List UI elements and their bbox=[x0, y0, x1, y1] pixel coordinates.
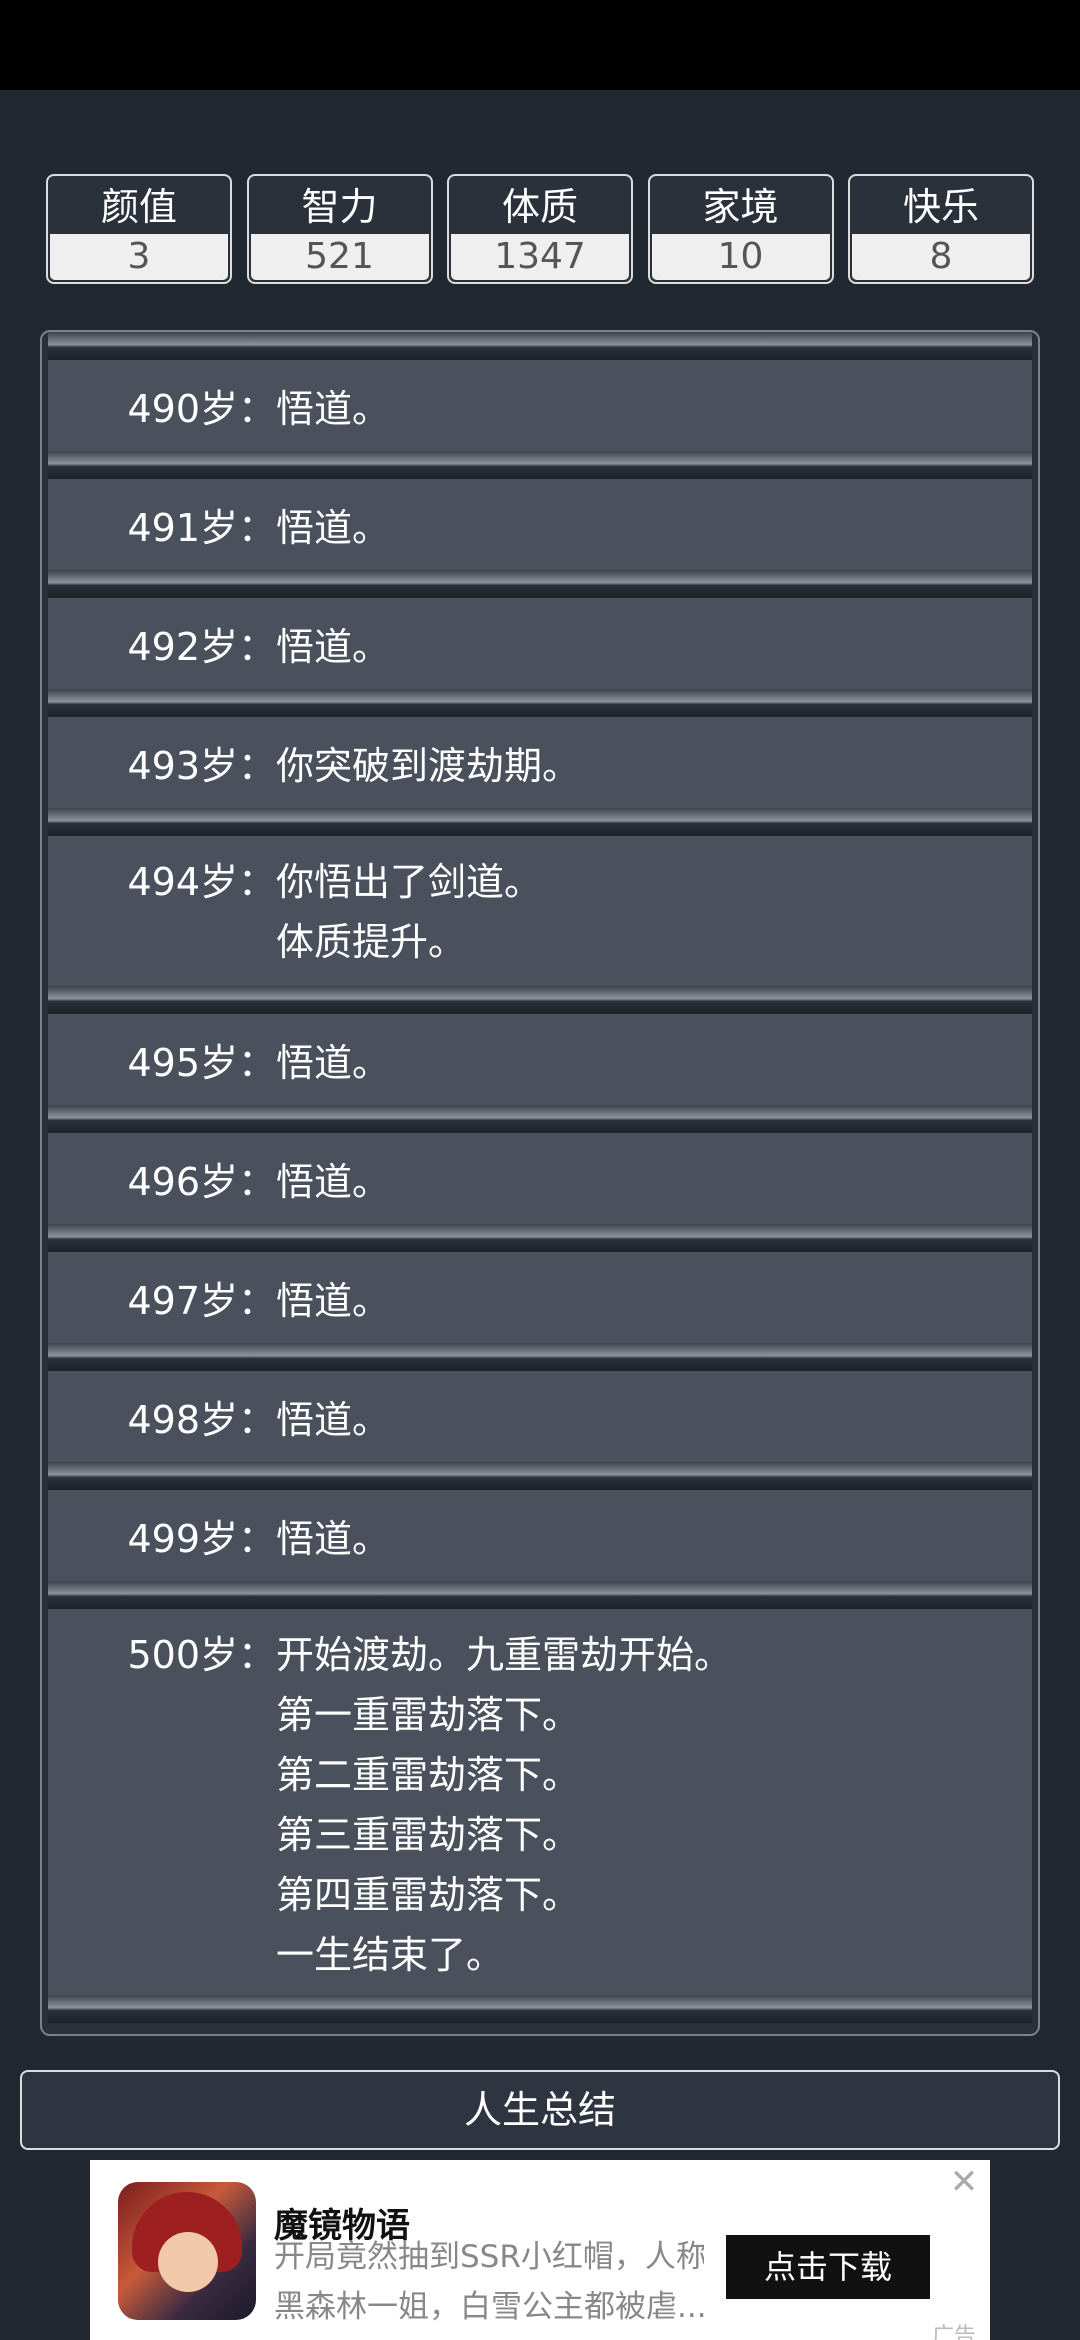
log-entry: 498岁： 悟道。 bbox=[48, 1371, 1032, 1462]
log-entry: 493岁： 你突破到渡劫期。 bbox=[48, 717, 1032, 808]
log-divider bbox=[48, 1224, 1032, 1252]
stat-intelligence: 智力 521 bbox=[246, 174, 433, 284]
stat-value: 8 bbox=[852, 234, 1030, 280]
stat-value: 3 bbox=[50, 234, 228, 280]
log-age: 495岁： bbox=[127, 1041, 276, 1085]
stat-value: 1347 bbox=[451, 234, 629, 280]
log-entry: 491岁： 悟道。 bbox=[48, 479, 1032, 570]
life-log-list: 490岁： 悟道。 491岁： 悟道。 492岁： 悟道。 493岁： 你突破到… bbox=[48, 332, 1032, 2034]
log-age: 497岁： bbox=[127, 1279, 276, 1323]
character-face-icon bbox=[158, 2232, 218, 2292]
log-text: 悟道。 bbox=[276, 387, 391, 431]
ad-app-icon[interactable] bbox=[118, 2182, 256, 2320]
log-text-block: 你悟出了剑道。 体质提升。 bbox=[276, 852, 542, 972]
log-text: 悟道。 bbox=[276, 1279, 391, 1323]
log-text: 体质提升。 bbox=[276, 920, 467, 964]
stat-constitution: 体质 1347 bbox=[447, 174, 633, 284]
log-text: 悟道。 bbox=[276, 1160, 391, 1204]
stat-appearance: 颜值 3 bbox=[46, 174, 232, 284]
life-log-panel[interactable]: 490岁： 悟道。 491岁： 悟道。 492岁： 悟道。 493岁： 你突破到… bbox=[40, 330, 1040, 2036]
log-text: 一生结束了。 bbox=[276, 1933, 505, 1977]
log-divider bbox=[48, 1105, 1032, 1133]
log-entry: 492岁： 悟道。 bbox=[48, 598, 1032, 689]
log-entry: 500岁： 开始渡劫。九重雷劫开始。 第一重雷劫落下。 第二重雷劫落下。 第三重… bbox=[48, 1609, 1032, 1995]
log-text: 第四重雷劫落下。 bbox=[276, 1873, 581, 1917]
log-divider bbox=[48, 1995, 1032, 2023]
log-text: 悟道。 bbox=[276, 506, 391, 550]
log-entry: 497岁： 悟道。 bbox=[48, 1252, 1032, 1343]
log-divider bbox=[48, 1581, 1032, 1609]
log-divider bbox=[48, 1462, 1032, 1490]
log-divider bbox=[48, 986, 1032, 1014]
log-age: 499岁： bbox=[127, 1517, 276, 1561]
stats-bar: 颜值 3 智力 521 体质 1347 家境 10 快乐 8 bbox=[46, 174, 1034, 286]
log-age: 493岁： bbox=[127, 744, 276, 788]
log-text: 悟道。 bbox=[276, 1517, 391, 1561]
stat-label: 智力 bbox=[301, 185, 378, 229]
log-divider bbox=[48, 689, 1032, 717]
log-text: 悟道。 bbox=[276, 1041, 391, 1085]
log-age: 500岁： bbox=[127, 1633, 276, 1677]
log-text: 开始渡劫。九重雷劫开始。 bbox=[276, 1633, 733, 1677]
log-age: 496岁： bbox=[127, 1160, 276, 1204]
log-age: 498岁： bbox=[127, 1398, 276, 1442]
log-entry: 496岁： 悟道。 bbox=[48, 1133, 1032, 1224]
log-age: 494岁： bbox=[127, 860, 276, 904]
stat-label: 快乐 bbox=[902, 185, 979, 229]
log-divider bbox=[48, 451, 1032, 479]
log-age: 490岁： bbox=[127, 387, 276, 431]
log-text: 你悟出了剑道。 bbox=[276, 860, 543, 904]
log-entry: 490岁： 悟道。 bbox=[48, 360, 1032, 451]
log-text: 悟道。 bbox=[276, 1398, 391, 1442]
log-text: 第二重雷劫落下。 bbox=[276, 1753, 581, 1797]
log-age: 492岁： bbox=[127, 625, 276, 669]
ad-tag: 广告 bbox=[931, 2324, 976, 2340]
log-entry: 494岁： 你悟出了剑道。 体质提升。 bbox=[48, 836, 1032, 986]
log-text: 第三重雷劫落下。 bbox=[276, 1813, 581, 1857]
log-text: 你突破到渡劫期。 bbox=[276, 744, 581, 788]
ad-download-button[interactable]: 点击下载 bbox=[726, 2235, 930, 2299]
life-summary-button[interactable]: 人生总结 bbox=[20, 2070, 1060, 2150]
stat-family: 家境 10 bbox=[647, 174, 834, 284]
stat-value: 10 bbox=[651, 234, 830, 280]
log-divider bbox=[48, 808, 1032, 836]
stat-label: 体质 bbox=[501, 185, 578, 229]
ad-description-line: 黑森林一姐，白雪公主都被虐... bbox=[274, 2289, 704, 2325]
stat-value: 521 bbox=[250, 234, 429, 280]
stat-label: 颜值 bbox=[100, 185, 177, 229]
close-icon[interactable]: ✕ bbox=[946, 2164, 982, 2200]
log-divider bbox=[48, 1343, 1032, 1371]
ad-description[interactable]: 开局竟然抽到SSR小红帽，人称 黑森林一姐，白雪公主都被虐... bbox=[274, 2232, 704, 2332]
log-age: 491岁： bbox=[127, 506, 276, 550]
stat-happiness: 快乐 8 bbox=[848, 174, 1034, 284]
log-entry: 499岁： 悟道。 bbox=[48, 1490, 1032, 1581]
log-divider bbox=[48, 332, 1032, 360]
log-entry: 495岁： 悟道。 bbox=[48, 1014, 1032, 1105]
ad-description-line: 开局竟然抽到SSR小红帽，人称 bbox=[274, 2239, 704, 2275]
stat-label: 家境 bbox=[702, 185, 779, 229]
log-divider bbox=[48, 570, 1032, 598]
log-text-block: 开始渡劫。九重雷劫开始。 第一重雷劫落下。 第二重雷劫落下。 第三重雷劫落下。 … bbox=[276, 1625, 732, 1985]
status-bar bbox=[0, 0, 1080, 90]
ad-banner[interactable]: 魔镜物语 开局竟然抽到SSR小红帽，人称 黑森林一姐，白雪公主都被虐... 点击… bbox=[90, 2160, 990, 2340]
log-text: 第一重雷劫落下。 bbox=[276, 1693, 581, 1737]
log-text: 悟道。 bbox=[276, 625, 391, 669]
